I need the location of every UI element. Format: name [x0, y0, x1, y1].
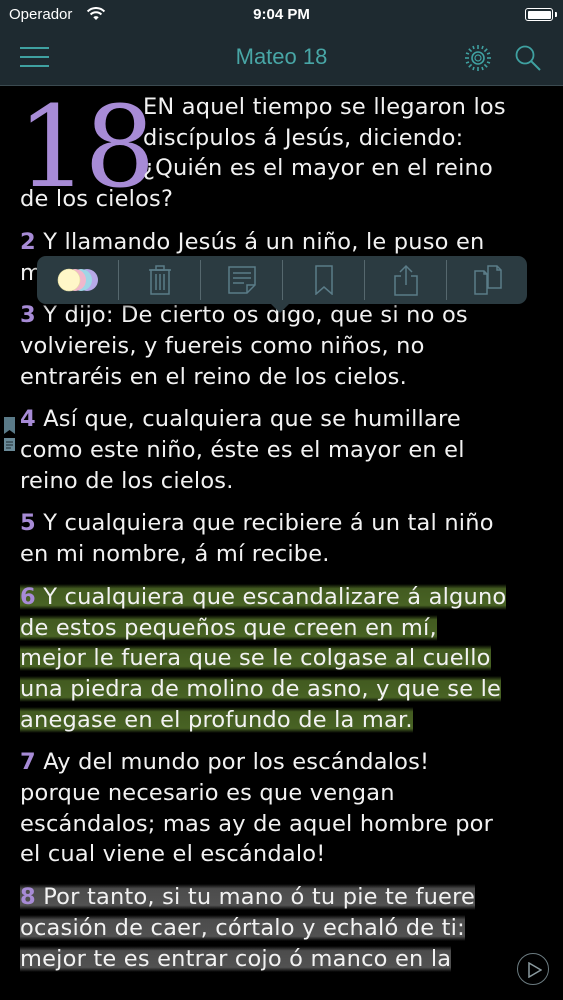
brightness-button[interactable]	[464, 44, 492, 72]
audio-play-button[interactable]	[517, 953, 549, 985]
verse-line: Y cualquiera que escandalizare á alguno	[43, 583, 507, 610]
verse-line: de los cielos?	[20, 186, 174, 213]
highlight-green: 6 Y cualquiera que escandalizare á algun…	[20, 583, 507, 610]
verse-8[interactable]: 8 Por tanto, si tu mano ó tu pie te fuer…	[20, 882, 550, 974]
verse-line: discípulos á Jesús, diciendo:	[143, 124, 464, 151]
color-circles-icon	[57, 268, 98, 292]
bookmark-icon	[314, 265, 333, 295]
share-button[interactable]	[365, 256, 446, 304]
verses: EN aquel tiempo se llegaron los discípul…	[20, 92, 550, 974]
verse-line: EN aquel tiempo se llegaron los	[143, 94, 506, 120]
verse-line: reino de los cielos.	[20, 467, 234, 494]
verse-line: mejor te es entrar cojo ó manco en la	[20, 945, 452, 972]
verse-3[interactable]: 3 Y dijo: De cierto os digo, que si no o…	[20, 300, 550, 392]
verse-line: en mi nombre, á mí recibe.	[20, 541, 330, 568]
note-icon	[227, 266, 256, 294]
verse-line: Y llamando Jesús á un niño, le puso en	[43, 228, 485, 255]
verse-1[interactable]: EN aquel tiempo se llegaron los discípul…	[20, 92, 550, 215]
verse-number: 7	[20, 749, 36, 776]
trash-icon	[148, 265, 171, 295]
note-button[interactable]	[201, 256, 282, 304]
verse-7[interactable]: 7 Ay del mundo por los escándalos! porqu…	[20, 747, 550, 870]
status-bar: Operador 9:04 PM	[0, 0, 563, 30]
bookmark-note-marker-icon[interactable]	[3, 416, 16, 456]
verse-number: 3	[20, 302, 36, 329]
highlight-color-button[interactable]	[37, 256, 118, 304]
verse-line: como este niño, éste es el mayor en el	[20, 437, 465, 464]
verse-line: volviereis, y fuereis como niños, no	[20, 332, 425, 359]
verse-line: escándalos; mas ay de aquel hombre por	[20, 810, 494, 837]
play-icon	[528, 962, 542, 978]
verse-6[interactable]: 6 Y cualquiera que escandalizare á algun…	[20, 582, 550, 736]
verse-line: ¿Quién es el mayor en el reino	[143, 155, 493, 182]
verse-line: Y cualquiera que recibiere á un tal niño	[43, 510, 494, 537]
search-icon	[515, 45, 541, 71]
verse-4[interactable]: 4 Así que, cualquiera que se humillare c…	[20, 404, 550, 496]
delete-button[interactable]	[119, 256, 200, 304]
chapter-reader[interactable]: 18 EN aquel tiempo se llegaron los discí…	[0, 86, 563, 1000]
verse-line: Ay del mundo por los escándalos!	[43, 749, 430, 776]
verse-number: 8	[20, 884, 36, 911]
battery-icon	[525, 8, 557, 21]
verse-line: Por tanto, si tu mano ó tu pie te fuere	[43, 884, 476, 911]
verse-line: Y dijo: De cierto os digo, que si no os	[43, 302, 468, 329]
verse-number: 6	[20, 583, 36, 610]
copy-icon	[473, 265, 502, 295]
verse-line: el cual viene el escándalo!	[20, 841, 326, 868]
verse-number: 4	[20, 406, 36, 433]
share-icon	[393, 264, 418, 296]
verse-line: entraréis en el reino de los cielos.	[20, 363, 407, 390]
verse-line: de estos pequeños que creen en mí,	[20, 614, 437, 641]
search-button[interactable]	[514, 44, 542, 72]
bookmark-button[interactable]	[283, 256, 364, 304]
clock: 9:04 PM	[253, 6, 310, 23]
verse-line: Así que, cualquiera que se humillare	[43, 406, 461, 433]
verse-line: mejor le fuera que se le colgase al cuel…	[20, 645, 491, 672]
verse-number: 2	[20, 228, 36, 255]
navigation-bar: Mateo 18	[0, 30, 563, 86]
verse-action-toolbar	[37, 256, 528, 313]
verse-5[interactable]: 5 Y cualquiera que recibiere á un tal ni…	[20, 508, 550, 569]
copy-button[interactable]	[447, 256, 528, 304]
brightness-icon	[465, 45, 491, 71]
verse-number: 5	[20, 510, 36, 537]
verse-line: anegase en el profundo de la mar.	[20, 706, 413, 733]
verse-line: porque necesario es que vengan	[20, 780, 395, 807]
verse-line: una piedra de molino de asno, y que se l…	[20, 675, 502, 702]
verse-line: ocasión de caer, córtalo y echaló de ti:	[20, 914, 465, 941]
highlight-gray: 8 Por tanto, si tu mano ó tu pie te fuer…	[20, 884, 476, 911]
